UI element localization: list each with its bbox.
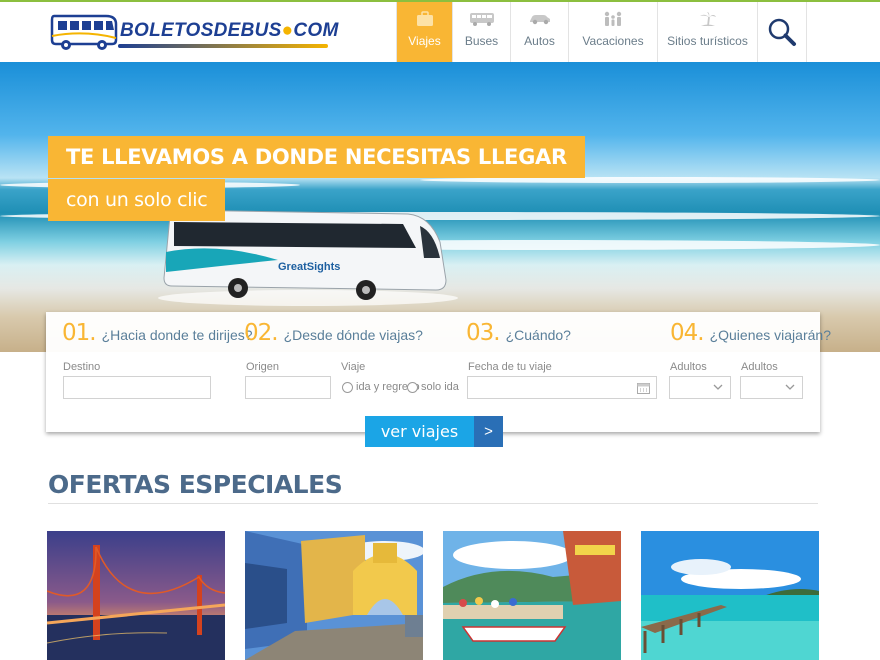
- nav-item-viajes[interactable]: Viajes: [396, 2, 452, 62]
- trip-search-panel: 01. ¿Hacia donde te dirijes? 02. ¿Desde …: [46, 312, 831, 432]
- tropical-pier-photo: [641, 531, 819, 660]
- step-travelers: 04. ¿Quienes viajarán?: [670, 320, 831, 346]
- search-button[interactable]: [757, 2, 807, 62]
- radio-circle: [407, 381, 418, 393]
- offer-card-tropical-pier[interactable]: [641, 531, 819, 660]
- step-number: 02.: [244, 320, 279, 346]
- step-question: ¿Quienes viajarán?: [709, 327, 831, 343]
- origen-label: Origen: [246, 361, 280, 373]
- offer-card-golden-gate[interactable]: [47, 531, 225, 660]
- step-number: 04.: [670, 320, 705, 346]
- nav-item-vacaciones[interactable]: Vacaciones: [568, 2, 657, 62]
- logo-tld-text: COM: [293, 20, 339, 41]
- chevron-down-icon: [713, 384, 723, 390]
- nav-item-autos[interactable]: Autos: [510, 2, 568, 62]
- ver-viajes-button[interactable]: ver viajes >: [365, 416, 503, 447]
- logo-dot: ●: [281, 20, 294, 41]
- step-question: ¿Cuándo?: [505, 327, 571, 343]
- offers-title: OFERTAS ESPECIALES: [48, 470, 343, 499]
- fecha-label: Fecha de tu viaje: [468, 361, 552, 373]
- nav-item-label: Viajes: [408, 34, 441, 48]
- chevron-down-icon: [785, 384, 795, 390]
- step-number: 03.: [466, 320, 501, 346]
- offer-card-harbor[interactable]: [443, 531, 621, 660]
- logo-wordmark: BOLETOSDEBUS●COM: [120, 20, 339, 42]
- colonial-street-photo: [245, 531, 423, 660]
- hero-subheadline: con un solo clic: [48, 179, 226, 221]
- site-header: BOLETOSDEBUS●COM Viajes Buses Autos Vaca…: [0, 2, 880, 62]
- adultos-label: Adultos: [670, 361, 707, 373]
- main-nav: Viajes Buses Autos Vacaciones Sitios tur…: [396, 2, 807, 62]
- adults-select-2[interactable]: [740, 376, 803, 399]
- family-icon: [602, 10, 624, 28]
- origen-input[interactable]: [245, 376, 331, 399]
- radio-one-way[interactable]: solo ida: [407, 381, 459, 393]
- harbor-photo: [443, 531, 621, 660]
- step-question: ¿Hacia donde te dirijes?: [101, 327, 253, 343]
- nav-item-buses[interactable]: Buses: [452, 2, 510, 62]
- button-label: ver viajes: [365, 416, 474, 447]
- nav-item-label: Vacaciones: [582, 34, 644, 48]
- search-icon: [768, 18, 796, 46]
- section-divider: [48, 503, 818, 504]
- bus-icon: [469, 10, 495, 28]
- nav-item-label: Buses: [464, 34, 499, 48]
- hero-headline: TE LLEVAMOS A DONDE NECESITAS LLEGAR: [48, 136, 585, 178]
- nav-item-label: Autos: [524, 34, 555, 48]
- step-question: ¿Desde dónde viajas?: [283, 327, 423, 343]
- step-number: 01.: [62, 320, 97, 346]
- offer-card-colonial-street[interactable]: [245, 531, 423, 660]
- destino-input[interactable]: [63, 376, 211, 399]
- viaje-label: Viaje: [341, 361, 366, 373]
- bus-logo-icon: [50, 14, 118, 50]
- step-when: 03. ¿Cuándo?: [466, 320, 571, 346]
- car-icon: [528, 10, 552, 28]
- step-destination: 01. ¿Hacia donde te dirijes?: [62, 320, 253, 346]
- suitcase-icon: [416, 10, 434, 28]
- arrow-right-icon: >: [474, 416, 503, 447]
- bus-brand-text: GreatSights: [278, 261, 340, 273]
- logo-swoosh: [118, 44, 328, 48]
- calendar-icon[interactable]: [637, 382, 650, 394]
- hero-banner: GreatSights TE LLEVAMOS A DONDE NECESITA…: [0, 62, 880, 352]
- nav-item-sitios-turisticos[interactable]: Sitios turísticos: [657, 2, 757, 62]
- step-origin: 02. ¿Desde dónde viajas?: [244, 320, 423, 346]
- golden-gate-photo: [47, 531, 225, 660]
- logo-main-text: BOLETOSDEBUS: [120, 20, 282, 41]
- radio-label: solo ida: [421, 381, 459, 393]
- destino-label: Destino: [63, 361, 101, 373]
- adultos-label-2: Adultos: [741, 361, 778, 373]
- date-input[interactable]: [467, 376, 657, 399]
- adults-select[interactable]: [669, 376, 731, 399]
- site-logo[interactable]: BOLETOSDEBUS●COM: [48, 10, 338, 56]
- palm-tree-icon: [698, 10, 718, 28]
- nav-item-label: Sitios turísticos: [667, 34, 748, 48]
- radio-circle: [342, 381, 353, 393]
